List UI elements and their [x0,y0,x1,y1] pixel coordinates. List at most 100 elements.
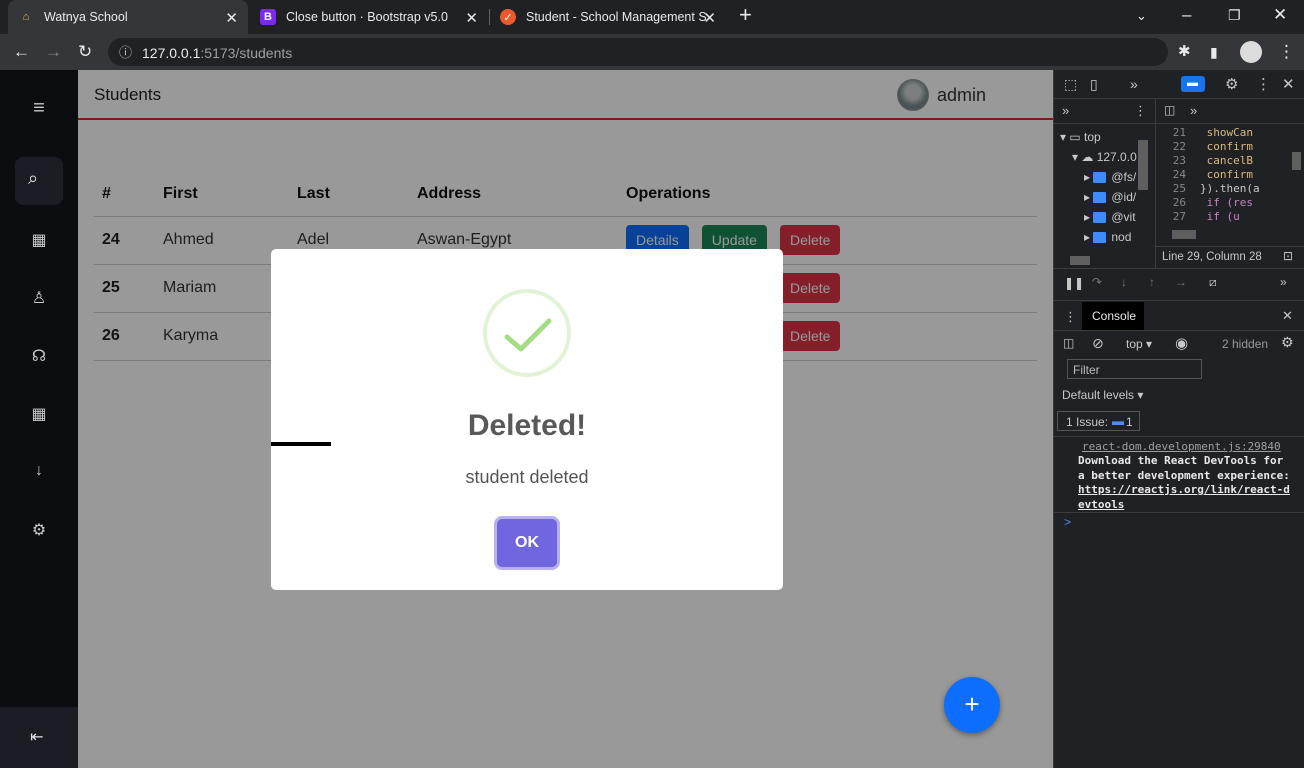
site-info-icon[interactable]: ⓘ [119,44,132,62]
deactivate-breakpoints-icon[interactable]: ⧄ [1209,275,1217,290]
tab-watnya-school[interactable]: ⌂ Watnya School ✕ [8,0,248,34]
browser-menu-icon[interactable]: ⋮ [1278,43,1295,61]
sidebar-toggle-icon[interactable]: ◫ [1063,336,1074,350]
code-line: 22 confirm [1158,140,1253,153]
tab-student-management[interactable]: ✓ Student - School Management Sy ✕ [490,0,726,34]
close-tab-icon[interactable]: ✕ [225,9,238,27]
issues-badge[interactable]: ▬ [1181,76,1205,92]
close-drawer-icon[interactable]: ✕ [1282,308,1293,324]
log-levels-select[interactable]: Default levels ▾ [1062,388,1143,402]
bootstrap-favicon-icon: B [260,9,276,25]
devtools-settings-icon[interactable]: ⚙ [1225,75,1238,93]
issues-label: 1 Issue: [1066,415,1109,429]
step-over-icon[interactable]: ↷ [1092,275,1102,289]
step-icon[interactable]: → [1175,275,1187,289]
inspect-element-icon[interactable]: ⬚ [1064,76,1077,93]
tab-label: Console [1092,309,1137,323]
message-text: Download the React DevTools for a better… [1078,454,1290,482]
tree-item-folder[interactable]: ▸ @id/ [1084,190,1136,204]
code-line: 27 if (u [1158,210,1240,223]
sidebar-search-button[interactable]: ⌕ [15,157,63,205]
line-number: 23 [1172,154,1186,167]
levels-label: Default levels [1062,388,1135,402]
code-line: 23 cancelB [1158,154,1253,167]
new-tab-button[interactable]: + [739,4,752,26]
toggle-navigator-icon[interactable]: ◫ [1164,103,1175,117]
close-window-icon[interactable]: ✕ [1273,6,1287,24]
close-tab-icon[interactable]: ✕ [703,9,716,27]
url-text[interactable]: 127.0.0.1:5173/students [142,45,292,61]
debugger-more-icon[interactable]: » [1280,275,1287,289]
divider [1054,512,1304,513]
tree-item-folder[interactable]: ▸ @vit [1084,210,1136,224]
url-path: :5173/students [200,45,293,61]
navigator-hscrollbar[interactable] [1070,256,1090,265]
tree-label: @vit [1111,210,1136,224]
download-arrow-icon[interactable]: ↓ [28,462,50,484]
step-into-icon[interactable]: ↓ [1121,275,1127,289]
console-prompt[interactable]: > [1064,515,1071,529]
devtools-menu-icon[interactable]: ⋮ [1256,75,1271,93]
close-devtools-icon[interactable]: ✕ [1282,75,1295,93]
restore-window-icon[interactable]: ❐ [1228,6,1241,24]
divider [1054,268,1304,269]
clear-console-icon[interactable]: ⊘ [1092,335,1104,352]
apps-grid-icon[interactable]: ▦ [28,404,50,426]
tree-label: nod [1111,230,1132,244]
tab-search-icon[interactable]: ⌄ [1136,7,1147,25]
tree-item-folder[interactable]: ▸ nod [1084,230,1131,244]
format-icon[interactable]: ⊡ [1283,249,1293,263]
step-out-icon[interactable]: ↑ [1149,275,1155,289]
message-link[interactable]: https://reactjs.org/link/react-devtools [1078,483,1290,511]
users-group-icon[interactable]: ☊ [28,346,50,368]
profile-avatar-icon[interactable] [1240,41,1262,63]
tree-item-folder[interactable]: ▸ @fs/ [1084,170,1136,184]
tab-console[interactable]: Console [1082,302,1144,330]
pause-icon[interactable]: ❚❚ [1064,276,1084,290]
user-icon[interactable]: ♙ [28,288,50,310]
editor-more-icon[interactable]: » [1190,103,1197,118]
cloud-icon: ☁ [1081,150,1094,164]
back-arrow-icon[interactable]: ← [13,43,30,61]
side-panel-icon[interactable]: ▮ [1210,43,1218,61]
forward-arrow-icon[interactable]: → [45,43,62,61]
navigator-scrollbar[interactable] [1138,140,1148,190]
tab-bootstrap[interactable]: B Close button · Bootstrap v5.0 ✕ [250,0,488,34]
reload-icon[interactable]: ↻ [78,43,92,61]
dashboard-grid-icon[interactable]: ▦ [28,230,50,252]
console-settings-icon[interactable]: ⚙ [1281,334,1294,351]
navigator-menu-icon[interactable]: ⋮ [1134,103,1147,119]
code-editor[interactable]: 21 showCan 22 confirm 23 cancelB 24 conf… [1158,126,1292,228]
add-student-button[interactable]: + [944,677,1000,733]
dialog-title: Deleted! [467,409,587,442]
issues-button[interactable]: 1 Issue: ▬ 1 [1057,411,1140,431]
code-line: 24 confirm [1158,168,1253,181]
close-tab-icon[interactable]: ✕ [465,9,478,27]
live-expression-eye-icon[interactable]: ◉ [1175,334,1188,352]
filter-input[interactable]: Filter [1067,359,1202,379]
navigator-more-icon[interactable]: » [1062,103,1069,118]
ok-button[interactable]: OK [497,519,557,567]
settings-gear-icon[interactable]: ⚙ [28,520,50,542]
more-tabs-icon[interactable]: » [1130,76,1138,92]
device-toolbar-icon[interactable]: ▯ [1090,76,1098,93]
filter-placeholder: Filter [1073,363,1100,377]
drawer-menu-icon[interactable]: ⋮ [1064,309,1077,325]
source-link[interactable]: react-dom.development.js:29840 [1082,440,1281,453]
editor-scrollbar[interactable] [1292,152,1301,170]
minimize-window-icon[interactable]: – [1182,6,1191,24]
context-label: top [1126,337,1143,351]
line-number: 26 [1172,196,1186,209]
logout-icon[interactable]: ⇤ [30,727,43,747]
divider [1054,436,1304,437]
tree-item-host[interactable]: ▾ ☁ 127.0.0 [1072,150,1137,164]
tree-item-top[interactable]: ▾ ▭ top [1060,130,1101,144]
logout-bar: ⇤ [0,707,78,768]
dialog-message: student deleted [465,467,589,487]
editor-hscrollbar[interactable] [1172,230,1196,239]
search-icon: ⌕ [28,168,39,188]
extensions-puzzle-icon[interactable]: ✱ [1178,43,1191,61]
context-select[interactable]: top ▾ [1126,337,1152,351]
code-text: if (res [1200,196,1253,209]
hamburger-menu-icon[interactable]: ≡ [28,97,50,119]
